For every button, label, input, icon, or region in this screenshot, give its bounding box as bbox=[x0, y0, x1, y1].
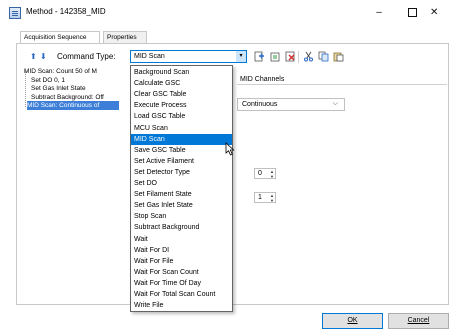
stepper-arrows-icon[interactable]: ▲ ▼ bbox=[270, 193, 274, 203]
toolbar-separator bbox=[298, 51, 299, 63]
maximize-button[interactable] bbox=[397, 2, 427, 24]
chevron-down-icon[interactable]: ▾ bbox=[236, 51, 246, 62]
insert-command-icon[interactable] bbox=[270, 51, 281, 62]
tree-item[interactable]: MID Scan: Count 50 of M bbox=[24, 67, 97, 76]
dropdown-option[interactable]: Set Gas Inlet State bbox=[131, 200, 232, 211]
divider bbox=[237, 84, 447, 85]
dropdown-option[interactable]: Wait For Time Of Day bbox=[131, 278, 232, 289]
dropdown-option[interactable]: Write File bbox=[131, 300, 232, 311]
dropdown-option[interactable]: Set Active Filament bbox=[131, 156, 232, 167]
dropdown-option[interactable]: Stop Scan bbox=[131, 211, 232, 222]
delete-command-icon[interactable] bbox=[285, 51, 296, 62]
command-type-select[interactable]: MID Scan ▾ bbox=[130, 50, 247, 63]
stepper-value: 1 bbox=[258, 194, 262, 201]
dropdown-option[interactable]: Wait For Scan Count bbox=[131, 267, 232, 278]
close-button[interactable]: ✕ bbox=[430, 2, 449, 24]
cancel-button-label: Cancel bbox=[407, 317, 430, 324]
dropdown-option[interactable]: Save GSC Table bbox=[131, 145, 232, 156]
dropdown-option[interactable]: Wait For DI bbox=[131, 245, 232, 256]
tab-strip: Acquisition Sequence Properties bbox=[0, 31, 449, 44]
dropdown-option-selected[interactable]: MID Scan bbox=[131, 133, 232, 145]
sequence-tree[interactable]: MID Scan: Count 50 of M Set DO 0, 1 Set … bbox=[24, 67, 132, 137]
toolbar: ⬆ ⬇ Command Type: MID Scan ▾ bbox=[17, 49, 449, 65]
app-icon bbox=[9, 7, 21, 19]
window-title: Method - 142358_MID bbox=[26, 7, 106, 16]
numeric-stepper-b[interactable]: 1 ▲ ▼ bbox=[254, 192, 276, 203]
command-type-dropdown-list[interactable]: Background Scan Calculate GSC Clear GSC Ta… bbox=[130, 65, 233, 312]
paste-icon[interactable] bbox=[333, 51, 344, 62]
command-type-value: MID Scan bbox=[134, 53, 165, 60]
command-type-label: Command Type: bbox=[57, 52, 116, 61]
maximize-icon bbox=[407, 7, 417, 17]
minimize-button[interactable]: – bbox=[364, 2, 394, 24]
stepper-arrows-icon[interactable]: ▲ ▼ bbox=[270, 169, 274, 179]
dropdown-option[interactable]: Subtract Background bbox=[131, 222, 232, 233]
dropdown-option[interactable]: Clear GSC Table bbox=[131, 89, 232, 100]
dropdown-option[interactable]: Wait For Total Scan Count bbox=[131, 289, 232, 300]
dropdown-option[interactable]: Set DO bbox=[131, 178, 232, 189]
copy-icon[interactable] bbox=[318, 51, 329, 62]
mouse-cursor-icon bbox=[225, 142, 235, 156]
scan-mode-select[interactable]: Continuous ⌵ bbox=[237, 98, 345, 111]
tab-properties[interactable]: Properties bbox=[103, 31, 147, 43]
arrow-down-icon[interactable]: ⬇ bbox=[40, 52, 47, 61]
dropdown-option[interactable]: Wait For File bbox=[131, 256, 232, 267]
tree-item[interactable]: Set Gas Inlet State bbox=[31, 84, 86, 93]
cut-icon[interactable] bbox=[303, 51, 314, 62]
dropdown-option[interactable]: Wait bbox=[131, 234, 232, 245]
stepper-value: 0 bbox=[258, 170, 262, 177]
dropdown-option[interactable]: Execute Process bbox=[131, 100, 232, 111]
title-bar: Method - 142358_MID – ✕ bbox=[0, 0, 449, 26]
dropdown-option[interactable]: Set Detector Type bbox=[131, 167, 232, 178]
dropdown-option[interactable]: Background Scan bbox=[131, 67, 232, 78]
cancel-button[interactable]: Cancel bbox=[388, 313, 449, 329]
ok-button-label: OK bbox=[347, 317, 358, 324]
dropdown-option[interactable]: Load GSC Table bbox=[131, 111, 232, 122]
add-command-icon[interactable] bbox=[254, 51, 265, 62]
ok-button[interactable]: OK bbox=[322, 313, 383, 329]
tab-mid-channels[interactable]: MID Channels bbox=[240, 76, 284, 83]
dropdown-option[interactable]: MCU Scan bbox=[131, 123, 232, 134]
dropdown-option[interactable]: Calculate GSC bbox=[131, 78, 232, 89]
dropdown-option[interactable]: Set Filament State bbox=[131, 189, 232, 200]
numeric-stepper-a[interactable]: 0 ▲ ▼ bbox=[254, 168, 276, 179]
arrow-up-icon[interactable]: ⬆ bbox=[30, 52, 37, 61]
tree-item-selected[interactable]: MID Scan: Continuous of bbox=[27, 101, 120, 110]
chevron-down-icon: ⌵ bbox=[332, 100, 338, 107]
scan-mode-value: Continuous bbox=[242, 101, 278, 108]
